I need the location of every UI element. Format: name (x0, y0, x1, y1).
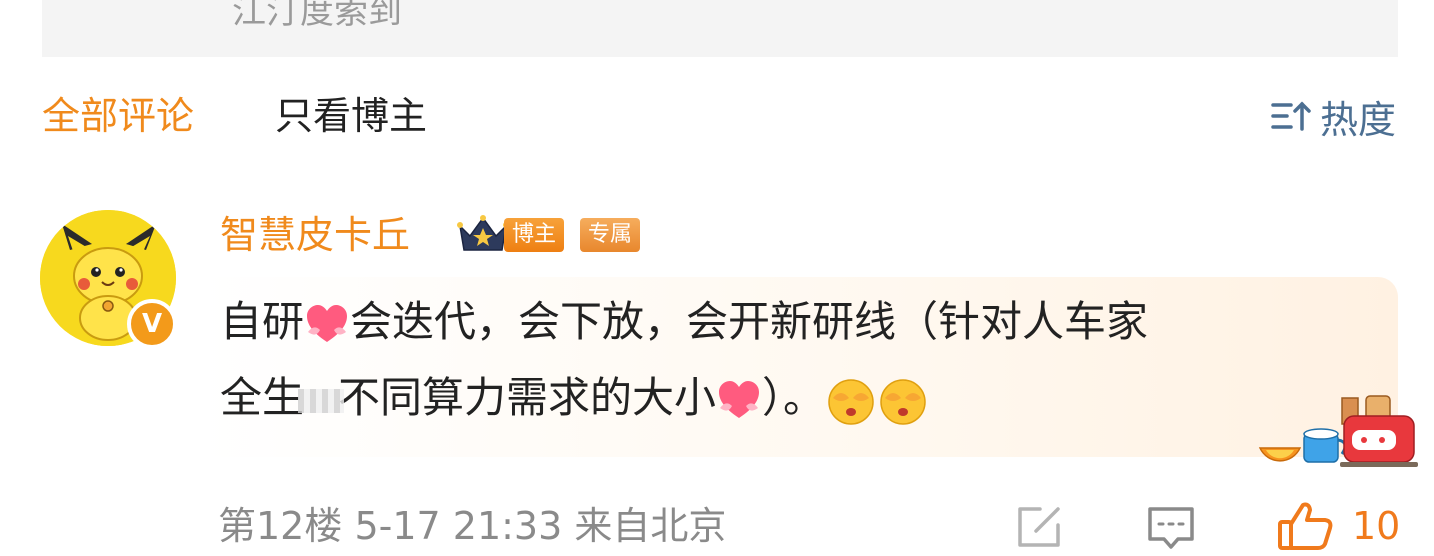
comment-location: 来自北京 (574, 504, 727, 548)
tab-owner-only[interactable]: 只看博主 (275, 92, 427, 140)
like-count: 10 (1352, 504, 1401, 548)
shy-face-emoji-icon (828, 378, 874, 425)
sort-label: 热度 (1319, 97, 1396, 142)
sort-button[interactable]: 热度 (1270, 92, 1396, 142)
heart-emoji-icon (719, 380, 760, 418)
comment-text-segment: ）。 (762, 373, 826, 422)
crown-icon (457, 215, 509, 251)
shy-face-emoji-icon (880, 378, 926, 425)
comment-text-segment: 会迭代，会下放，会开新研线（针对人车家 (350, 297, 1149, 346)
search-hint-text: 江汀度索到 (232, 0, 402, 32)
comment-author[interactable]: 智慧皮卡丘 (220, 210, 410, 260)
thumbs-up-icon (1278, 502, 1333, 550)
floor-number: 第12楼 (218, 504, 343, 548)
search-hint-box: 江汀度索到 (42, 0, 1398, 57)
comment-meta: 第12楼 5-17 21:33 来自北京 (218, 502, 726, 550)
owner-badge: 博主 (504, 218, 565, 252)
comment-text-segment: 不同算力需求的大小 (338, 373, 717, 422)
comment-text-segment: 自研 (220, 297, 305, 346)
heart-emoji-icon (307, 304, 348, 342)
mosaic-redaction (298, 388, 345, 413)
verified-badge: V (127, 299, 177, 349)
reply-button[interactable] (1146, 505, 1196, 555)
sort-icon (1271, 101, 1311, 131)
comment-text-line-1: 自研 会迭代，会下放，会开新研线（针对人车家 (220, 294, 1148, 350)
tab-all-comments[interactable]: 全部评论 (42, 92, 194, 140)
share-icon (1018, 507, 1060, 547)
comment-text-segment: 全生 (220, 373, 305, 422)
like-button[interactable] (1276, 500, 1336, 556)
breakfast-decoration-icon (1258, 395, 1418, 467)
exclusive-badge: 专属 (580, 218, 641, 252)
comment-date: 5-17 21:33 (354, 504, 563, 548)
comment-icon (1148, 507, 1194, 549)
comment-text-line-2: 全生 不同算力需求的大小 ）。 (220, 370, 929, 426)
share-button[interactable] (1014, 505, 1064, 553)
